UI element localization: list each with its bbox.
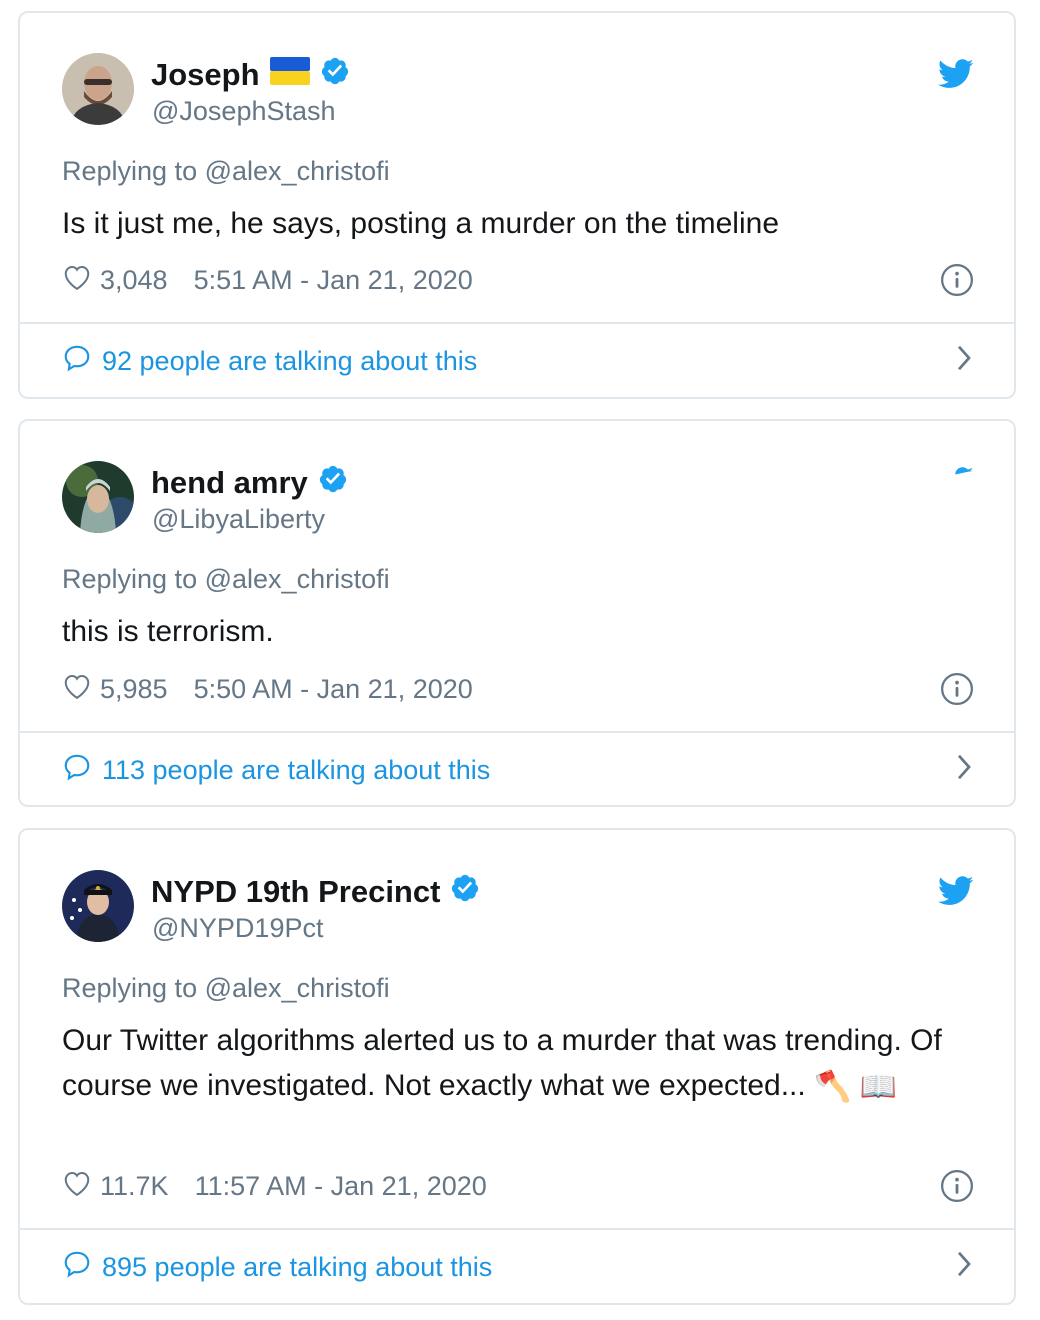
tweet-card-3[interactable]: NYPD 19th Precinct @NYPD19Pct Replying t… <box>18 828 1016 1305</box>
replying-to: Replying to @alex_christofi <box>62 564 390 595</box>
chevron-right-icon[interactable] <box>954 752 974 789</box>
info-icon[interactable] <box>940 672 974 711</box>
tweet-text-content: Our Twitter algorithms alerted us to a m… <box>62 1024 942 1102</box>
talking-count[interactable]: 895 people are talking about this <box>102 1252 492 1283</box>
like-count[interactable]: 5,985 <box>100 674 168 705</box>
tweet-text: Is it just me, he says, posting a murder… <box>62 201 962 246</box>
heart-icon[interactable] <box>62 263 92 298</box>
display-name[interactable]: NYPD 19th Precinct <box>151 874 440 910</box>
tweet-text-content: this is terrorism. <box>62 615 274 648</box>
avatar[interactable] <box>62 870 134 942</box>
ukraine-flag-icon <box>269 57 310 93</box>
handle[interactable]: @JosephStash <box>152 96 336 127</box>
tweet-text: this is terrorism. <box>62 609 962 654</box>
talking-count[interactable]: 92 people are talking about this <box>102 346 477 377</box>
display-name-row[interactable]: NYPD 19th Precinct <box>151 873 480 911</box>
tweet-text: Our Twitter algorithms alerted us to a m… <box>62 1018 962 1110</box>
replying-label: Replying to <box>62 156 198 186</box>
conversation-link[interactable]: 92 people are talking about this <box>62 343 974 380</box>
divider <box>20 731 1014 733</box>
twitter-bird-icon[interactable] <box>938 59 974 94</box>
tweet-meta: 3,048 5:51 AM - Jan 21, 2020 <box>62 263 473 298</box>
replying-to-mention[interactable]: @alex_christofi <box>205 564 390 594</box>
display-name[interactable]: Joseph <box>151 57 260 93</box>
replying-label: Replying to <box>62 564 198 594</box>
chevron-right-icon[interactable] <box>954 1249 974 1286</box>
divider <box>20 322 1014 324</box>
twitter-bird-icon[interactable] <box>938 876 974 911</box>
like-count[interactable]: 11.7K <box>100 1171 169 1202</box>
divider <box>20 1228 1014 1230</box>
verified-badge-icon <box>320 56 350 94</box>
replying-label: Replying to <box>62 973 198 1003</box>
tweet-meta: 5,985 5:50 AM - Jan 21, 2020 <box>62 672 473 707</box>
timestamp[interactable]: 5:51 AM - Jan 21, 2020 <box>194 265 473 296</box>
display-name-row[interactable]: hend amry <box>151 464 348 502</box>
speech-bubble-icon <box>62 1249 92 1286</box>
talking-count[interactable]: 113 people are talking about this <box>102 755 490 786</box>
replying-to: Replying to @alex_christofi <box>62 973 390 1004</box>
display-name[interactable]: hend amry <box>151 465 308 501</box>
replying-to-mention[interactable]: @alex_christofi <box>205 973 390 1003</box>
twitter-bird-icon[interactable] <box>938 467 974 502</box>
info-icon[interactable] <box>940 1169 974 1208</box>
timestamp[interactable]: 11:57 AM - Jan 21, 2020 <box>195 1171 487 1202</box>
verified-badge-icon <box>318 464 348 502</box>
tweet-meta: 11.7K 11:57 AM - Jan 21, 2020 <box>62 1169 487 1204</box>
timestamp[interactable]: 5:50 AM - Jan 21, 2020 <box>194 674 473 705</box>
info-icon[interactable] <box>940 263 974 302</box>
speech-bubble-icon <box>62 343 92 380</box>
like-count[interactable]: 3,048 <box>100 265 168 296</box>
heart-icon[interactable] <box>62 1169 92 1204</box>
avatar[interactable] <box>62 461 134 533</box>
conversation-link[interactable]: 895 people are talking about this <box>62 1249 974 1286</box>
conversation-link[interactable]: 113 people are talking about this <box>62 752 974 789</box>
avatar[interactable] <box>62 53 134 125</box>
tweet-card-2[interactable]: hend amry @LibyaLiberty Replying to @ale… <box>18 419 1016 807</box>
handle[interactable]: @NYPD19Pct <box>152 913 323 944</box>
heart-icon[interactable] <box>62 672 92 707</box>
replying-to: Replying to @alex_christofi <box>62 156 390 187</box>
tweet-emoji: 🪓 📖 <box>814 1070 898 1104</box>
speech-bubble-icon <box>62 752 92 789</box>
display-name-row[interactable]: Joseph <box>151 56 350 94</box>
verified-badge-icon <box>450 873 480 911</box>
tweet-text-content: Is it just me, he says, posting a murder… <box>62 207 779 240</box>
handle[interactable]: @LibyaLiberty <box>152 504 325 535</box>
chevron-right-icon[interactable] <box>954 343 974 380</box>
tweet-card-1[interactable]: Joseph @JosephStash Replying to @alex_ch… <box>18 11 1016 399</box>
replying-to-mention[interactable]: @alex_christofi <box>205 156 390 186</box>
